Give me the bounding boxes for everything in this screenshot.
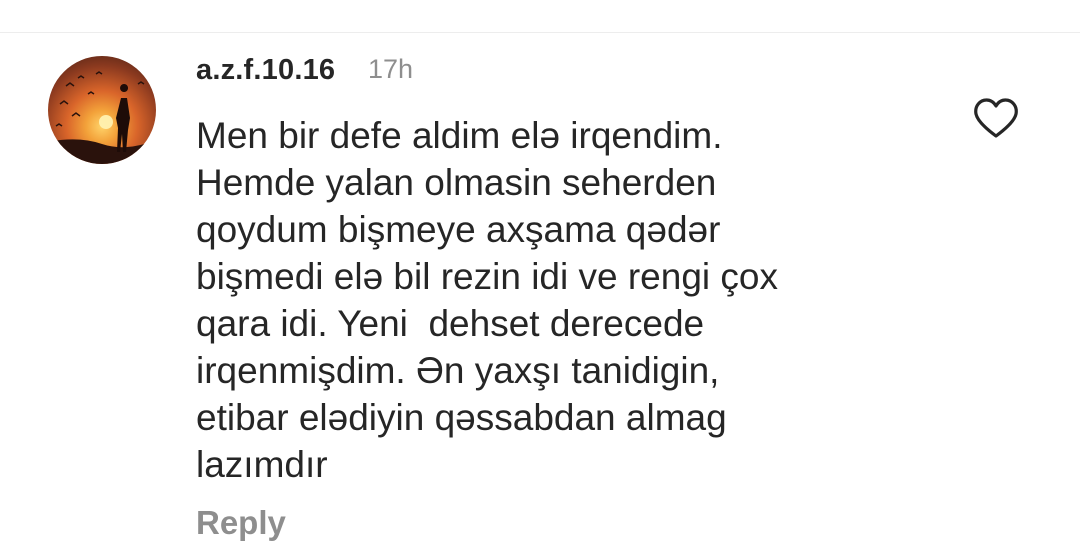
comment-text: Men bir defe aldim elə irqendim. Hemde y… bbox=[196, 115, 778, 485]
avatar[interactable] bbox=[48, 56, 156, 164]
username[interactable]: a.z.f.10.16 bbox=[196, 54, 335, 87]
reply-button[interactable]: Reply bbox=[196, 504, 286, 542]
sunset-silhouette-avatar bbox=[48, 71, 156, 164]
heart-outline-icon bbox=[974, 98, 1018, 138]
like-button[interactable] bbox=[972, 96, 1020, 140]
comment-item: a.z.f.10.16 17h Men bir defe aldim elə i… bbox=[0, 0, 1080, 552]
timestamp: 17h bbox=[368, 54, 414, 84]
